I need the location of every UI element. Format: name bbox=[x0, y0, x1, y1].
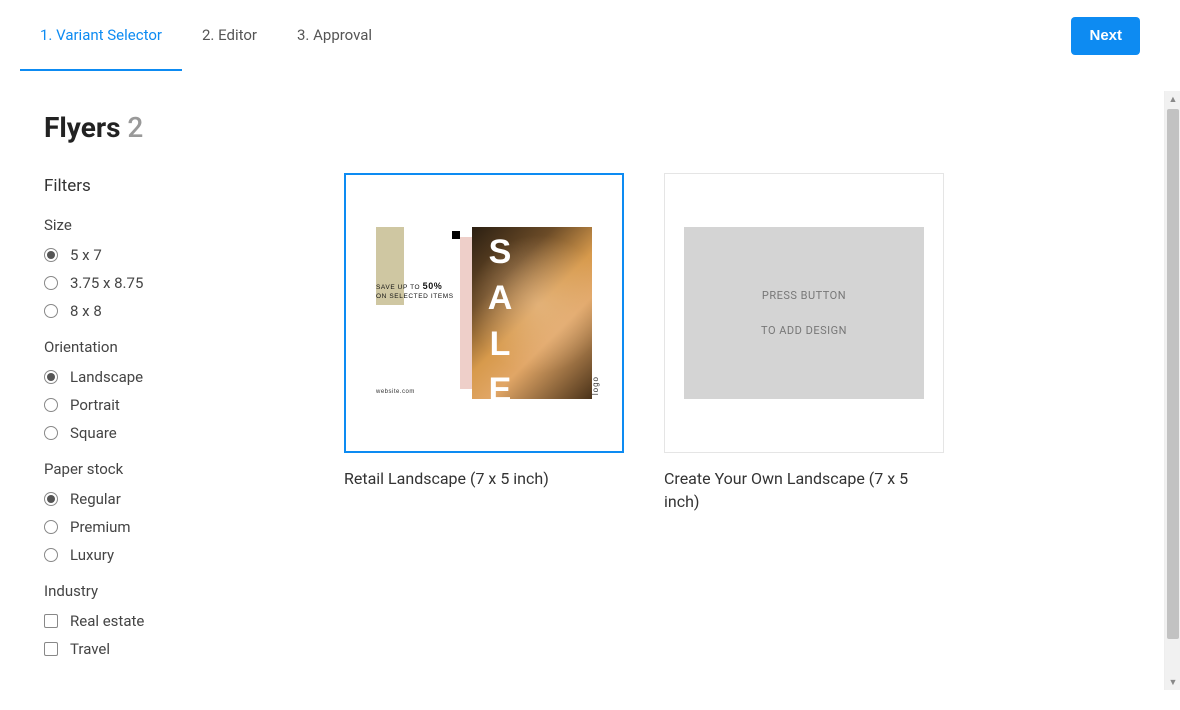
scroll-down-arrow[interactable]: ▼ bbox=[1165, 674, 1180, 690]
filter-option-label: 3.75 x 8.75 bbox=[70, 274, 143, 292]
filter-option[interactable]: 3.75 x 8.75 bbox=[44, 274, 304, 292]
filter-option-label: Luxury bbox=[70, 546, 114, 564]
results-count: 2 bbox=[127, 111, 143, 144]
placeholder-line2: TO ADD DESIGN bbox=[761, 324, 847, 337]
template-card[interactable]: SAVE UP TO 50%ON SELECTED ITEMS website.c… bbox=[344, 173, 624, 710]
filters-title: Filters bbox=[44, 176, 304, 196]
flyer-sale-word: SALE bbox=[480, 233, 519, 399]
filter-option[interactable]: Square bbox=[44, 424, 304, 442]
scrollbar[interactable]: ▲ ▼ bbox=[1164, 91, 1180, 690]
radio-icon[interactable] bbox=[44, 304, 58, 318]
flyer-promo-text: SAVE UP TO 50%ON SELECTED ITEMS bbox=[376, 280, 454, 302]
filter-option-label: Real estate bbox=[70, 612, 144, 630]
radio-icon[interactable] bbox=[44, 520, 58, 534]
filter-group-title: Industry bbox=[44, 582, 304, 600]
top-bar: 1. Variant Selector2. Editor3. Approval … bbox=[0, 0, 1180, 71]
wizard-step-2[interactable]: 2. Editor bbox=[182, 0, 277, 71]
content: Flyers 2 Filters Size 5 x 7 3.75 x 8.75 8 x… bbox=[0, 71, 1180, 710]
filter-option[interactable]: Premium bbox=[44, 518, 304, 536]
radio-icon[interactable] bbox=[44, 398, 58, 412]
wizard-steps: 1. Variant Selector2. Editor3. Approval bbox=[20, 0, 392, 71]
template-label: Create Your Own Landscape (7 x 5 inch) bbox=[664, 467, 944, 513]
radio-icon[interactable] bbox=[44, 492, 58, 506]
filter-option[interactable]: Real estate bbox=[44, 612, 304, 630]
filter-option-label: Travel bbox=[70, 640, 110, 658]
templates-grid: SAVE UP TO 50%ON SELECTED ITEMS website.c… bbox=[344, 173, 944, 710]
placeholder-design: PRESS BUTTON TO ADD DESIGN bbox=[684, 227, 924, 399]
flyer-website: website.com bbox=[376, 389, 415, 395]
filter-option[interactable]: Regular bbox=[44, 490, 304, 508]
checkbox-icon[interactable] bbox=[44, 614, 58, 628]
filter-option[interactable]: Landscape bbox=[44, 368, 304, 386]
template-thumbnail[interactable]: SAVE UP TO 50%ON SELECTED ITEMS website.c… bbox=[344, 173, 624, 453]
checkbox-icon[interactable] bbox=[44, 642, 58, 656]
filter-option-label: Portrait bbox=[70, 396, 120, 414]
placeholder-line1: PRESS BUTTON bbox=[762, 289, 846, 302]
radio-icon[interactable] bbox=[44, 276, 58, 290]
content-wrap: Flyers 2 Filters Size 5 x 7 3.75 x 8.75 8 x… bbox=[0, 71, 1180, 710]
template-thumbnail[interactable]: PRESS BUTTON TO ADD DESIGN bbox=[664, 173, 944, 453]
scrollbar-thumb[interactable] bbox=[1167, 109, 1179, 639]
flyer-photo: SALE bbox=[472, 227, 592, 399]
filter-option-label: Landscape bbox=[70, 368, 143, 386]
scroll-up-arrow[interactable]: ▲ bbox=[1165, 91, 1180, 107]
filter-option-label: Square bbox=[70, 424, 117, 442]
filter-group-title: Paper stock bbox=[44, 460, 304, 478]
template-label: Retail Landscape (7 x 5 inch) bbox=[344, 467, 624, 490]
retail-flyer-preview: SAVE UP TO 50%ON SELECTED ITEMS website.c… bbox=[364, 227, 604, 399]
filter-option-label: Premium bbox=[70, 518, 131, 536]
filter-option-label: 8 x 8 bbox=[70, 302, 102, 320]
filters-panel: Filters Size 5 x 7 3.75 x 8.75 8 x 8 Orienta… bbox=[44, 176, 304, 658]
filter-group-title: Orientation bbox=[44, 338, 304, 356]
filter-group-title: Size bbox=[44, 216, 304, 234]
flyer-logo-text: logo bbox=[591, 376, 600, 395]
wizard-step-1[interactable]: 1. Variant Selector bbox=[20, 0, 182, 71]
filter-option[interactable]: Travel bbox=[44, 640, 304, 658]
page-title-text: Flyers bbox=[44, 111, 120, 144]
template-card[interactable]: PRESS BUTTON TO ADD DESIGN Create Your Own… bbox=[664, 173, 944, 710]
filter-option[interactable]: Luxury bbox=[44, 546, 304, 564]
filter-option[interactable]: Portrait bbox=[44, 396, 304, 414]
radio-icon[interactable] bbox=[44, 370, 58, 384]
filter-option[interactable]: 8 x 8 bbox=[44, 302, 304, 320]
next-button[interactable]: Next bbox=[1071, 17, 1140, 55]
page-title: Flyers 2 bbox=[44, 111, 304, 144]
decor-square bbox=[452, 231, 460, 239]
decor-pink-bar bbox=[460, 237, 472, 389]
radio-icon[interactable] bbox=[44, 548, 58, 562]
filter-option[interactable]: 5 x 7 bbox=[44, 246, 304, 264]
filter-option-label: 5 x 7 bbox=[70, 246, 102, 264]
left-column: Flyers 2 Filters Size 5 x 7 3.75 x 8.75 8 x… bbox=[44, 111, 304, 710]
filter-option-label: Regular bbox=[70, 490, 121, 508]
radio-icon[interactable] bbox=[44, 248, 58, 262]
radio-icon[interactable] bbox=[44, 426, 58, 440]
wizard-step-3[interactable]: 3. Approval bbox=[277, 0, 392, 71]
